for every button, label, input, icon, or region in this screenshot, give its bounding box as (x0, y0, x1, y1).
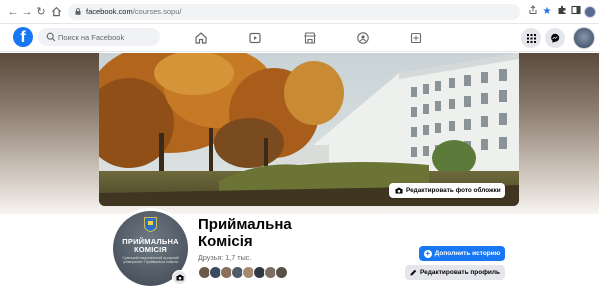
video-icon (249, 32, 261, 44)
friend-avatar[interactable] (275, 266, 288, 279)
messenger-icon (551, 33, 560, 43)
share-icon[interactable] (526, 5, 540, 19)
nav-tab-video[interactable] (235, 26, 275, 50)
nav-tab-home[interactable] (181, 26, 221, 50)
edit-cover-photo-button[interactable]: Редактировать фото обложки (389, 183, 505, 198)
address-bar[interactable]: facebook.com/courses.sopu/ (68, 4, 520, 20)
camera-icon (176, 274, 183, 281)
nav-tab-groups[interactable] (343, 26, 383, 50)
profile-picture-title: ПРИЙМАЛЬНА КОМІСІЯ (122, 237, 179, 254)
url-text: facebook.com/courses.sopu/ (86, 6, 181, 18)
profile-picture-subtitle: Сумський національний аграрний університ… (122, 256, 179, 265)
crest-icon (144, 217, 157, 232)
back-icon[interactable]: ← (6, 5, 20, 19)
facebook-logo-icon[interactable]: f (13, 27, 33, 47)
facebook-header: f (0, 24, 599, 52)
home-icon (195, 32, 207, 44)
search-input[interactable] (58, 28, 156, 46)
friend-avatars (198, 266, 288, 280)
edit-profile-button[interactable]: Редактировать профиль (405, 265, 505, 280)
messenger-button[interactable] (545, 28, 565, 48)
page-title: Приймальна Комісія (198, 216, 292, 250)
gaming-icon (410, 32, 422, 44)
menu-grid-icon (526, 33, 536, 43)
reload-icon[interactable]: ↻ (34, 5, 48, 19)
nav-tab-gaming[interactable] (396, 26, 436, 50)
friends-count[interactable]: Друзья: 1,7 тыс. (198, 253, 251, 262)
edit-profile-label: Редактировать профиль (419, 269, 501, 276)
url-domain: facebook.com (86, 7, 133, 16)
extensions-icon[interactable] (555, 5, 569, 19)
forward-icon[interactable]: → (20, 5, 34, 19)
plus-icon: + (423, 248, 432, 258)
sidebar-icon[interactable] (569, 5, 583, 19)
search-icon (46, 32, 56, 42)
page-title-line1: Приймальна (198, 216, 292, 233)
nav-tab-marketplace[interactable] (290, 26, 330, 50)
menu-grid-button[interactable] (521, 28, 541, 48)
add-story-label: Дополнить историю (434, 250, 501, 257)
edit-cover-label: Редактировать фото обложки (406, 187, 501, 194)
account-avatar[interactable] (573, 27, 595, 49)
pencil-icon (410, 269, 417, 276)
profile-icon[interactable] (584, 6, 596, 18)
browser-toolbar: ← → ↻ facebook.com/courses.sopu/ ★ (0, 0, 599, 24)
update-profile-picture-button[interactable] (172, 270, 187, 285)
camera-icon (395, 187, 403, 194)
marketplace-icon (304, 32, 316, 44)
url-path: /courses.sopu/ (132, 7, 182, 16)
star-icon[interactable]: ★ (540, 5, 554, 19)
add-to-story-button[interactable]: + Дополнить историю (419, 246, 505, 261)
facebook-search[interactable] (38, 28, 160, 46)
lock-icon (75, 8, 81, 15)
page-title-line2: Комісія (198, 233, 253, 250)
home-icon[interactable] (49, 5, 63, 19)
groups-icon (357, 32, 369, 44)
